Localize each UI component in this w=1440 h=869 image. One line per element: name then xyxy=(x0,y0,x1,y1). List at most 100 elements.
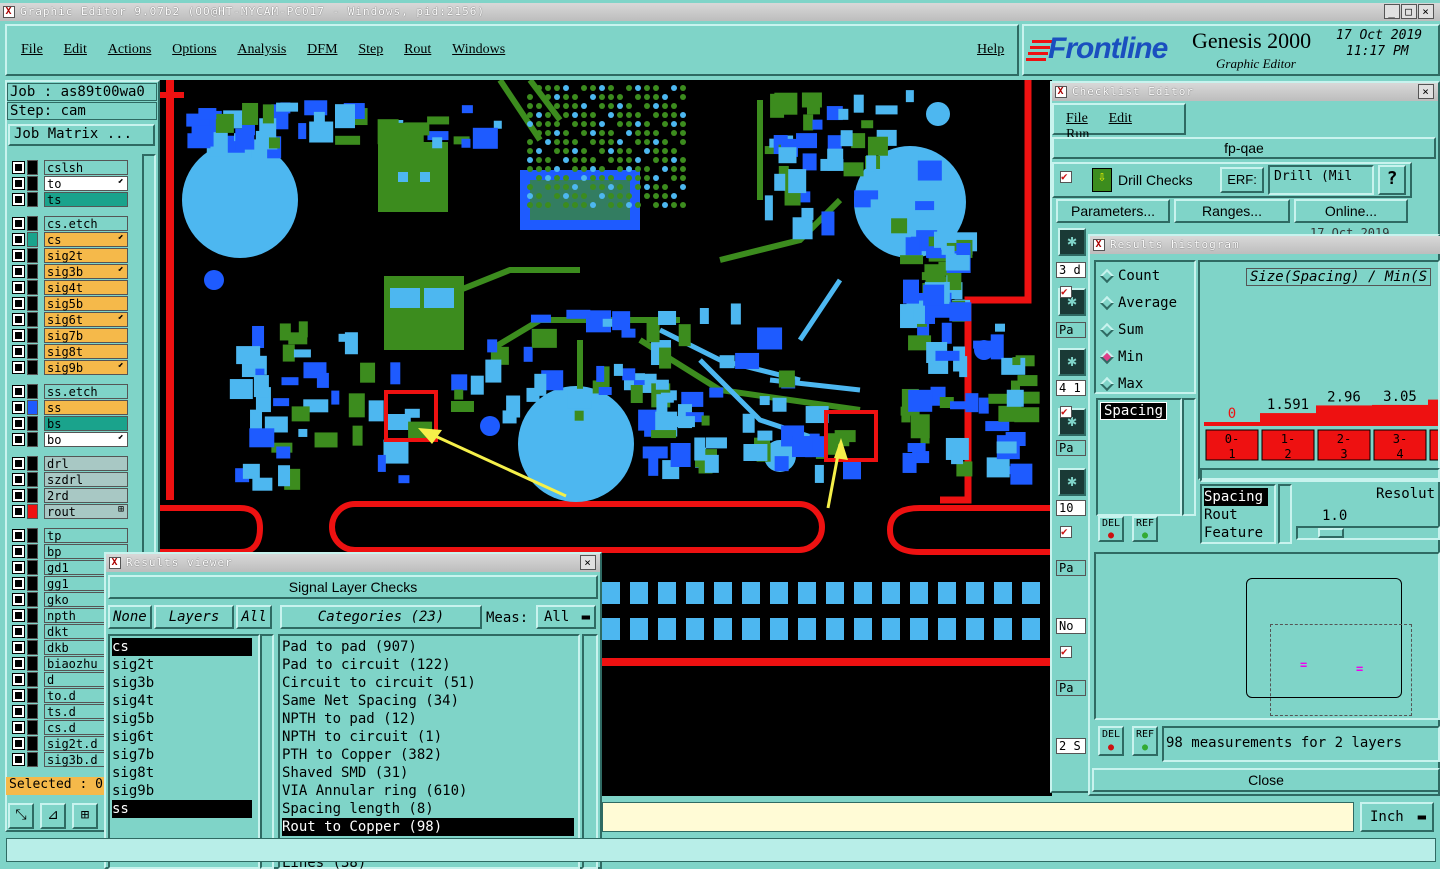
layer-name[interactable]: bo xyxy=(44,432,128,447)
layer-name[interactable]: sig8t xyxy=(44,344,128,359)
layer-color-swatch[interactable] xyxy=(27,472,38,487)
layer-name[interactable]: sig7b xyxy=(44,328,128,343)
layer-row-tp[interactable]: tp xyxy=(10,528,128,543)
layer-checkbox[interactable] xyxy=(12,361,25,374)
layer-name[interactable]: cs xyxy=(44,232,128,247)
layer-row-ss.etch[interactable]: ss.etch xyxy=(10,384,128,399)
job-matrix-button[interactable]: Job Matrix ... xyxy=(8,124,155,146)
maximize-button[interactable]: □ xyxy=(1401,4,1417,19)
parameters-button[interactable]: Parameters... xyxy=(1056,199,1170,223)
histogram-list-2-item[interactable]: Spacing xyxy=(1204,488,1268,506)
layer-checkbox[interactable] xyxy=(12,625,25,638)
menu-help[interactable]: Help xyxy=(977,42,1004,58)
results-layer-item[interactable]: sig9b xyxy=(112,782,258,800)
layer-checkbox[interactable] xyxy=(12,281,25,294)
layer-checkbox[interactable] xyxy=(12,561,25,574)
layer-checkbox[interactable] xyxy=(12,673,25,686)
results-category-item[interactable]: NPTH to circuit (1) xyxy=(282,728,578,746)
histogram-list-2[interactable]: Spacing Rout Feature xyxy=(1200,484,1276,544)
layer-color-swatch[interactable] xyxy=(27,672,38,687)
histogram-hscroll[interactable] xyxy=(1200,468,1440,482)
side-checkbox[interactable]: ✔ xyxy=(1060,646,1072,658)
layer-row-drl[interactable]: drl xyxy=(10,456,128,471)
layer-checkbox[interactable] xyxy=(12,529,25,542)
layer-name[interactable]: szdrl xyxy=(44,472,128,487)
grid-tool-icon[interactable]: ⊞ xyxy=(72,803,98,829)
results-category-item[interactable]: NPTH to pad (12) xyxy=(282,710,578,728)
layer-color-swatch[interactable] xyxy=(27,160,38,175)
layer-checkbox[interactable] xyxy=(12,249,25,262)
layer-color-swatch[interactable] xyxy=(27,248,38,263)
results-layer-item[interactable]: ss xyxy=(112,800,252,818)
ref-button[interactable]: REF ● xyxy=(1132,516,1158,542)
results-category-item[interactable]: Shaved SMD (31) xyxy=(282,764,578,782)
layer-row-sig2t[interactable]: sig2t xyxy=(10,248,128,263)
layer-name[interactable]: drl xyxy=(44,456,128,471)
results-category-item[interactable]: Pad to circuit (122) xyxy=(282,656,578,674)
layer-color-swatch[interactable] xyxy=(27,400,38,415)
layer-checkbox[interactable] xyxy=(12,193,25,206)
del-button[interactable]: DEL ● xyxy=(1098,516,1124,542)
layer-color-swatch[interactable] xyxy=(27,312,38,327)
menu-edit[interactable]: Edit xyxy=(64,42,87,57)
layer-color-swatch[interactable] xyxy=(27,592,38,607)
layer-row-sig3b[interactable]: sig3b ⬋ xyxy=(10,264,128,279)
layer-checkbox[interactable] xyxy=(12,577,25,590)
layer-name[interactable]: ss xyxy=(44,400,128,415)
layer-row-bs[interactable]: bs xyxy=(10,416,128,431)
layer-color-swatch[interactable] xyxy=(27,456,38,471)
layer-row-ss[interactable]: ss xyxy=(10,400,128,415)
checklist-menu-file[interactable]: File xyxy=(1066,111,1088,126)
histogram-list-2-item[interactable]: Rout xyxy=(1204,506,1272,524)
run-action-icon[interactable]: ✱ xyxy=(1058,348,1086,376)
meas-dropdown[interactable]: All ▬ xyxy=(536,605,596,629)
zoom-tool-icon[interactable]: ⤡ xyxy=(8,803,34,829)
layer-color-swatch[interactable] xyxy=(27,720,38,735)
menu-rout[interactable]: Rout xyxy=(404,42,431,57)
layer-color-swatch[interactable] xyxy=(27,736,38,751)
layer-color-swatch[interactable] xyxy=(27,752,38,767)
layer-row-sig8t[interactable]: sig8t xyxy=(10,344,128,359)
histogram-list-2-item[interactable]: Feature xyxy=(1204,524,1272,542)
results-layer-item[interactable]: sig3b xyxy=(112,674,258,692)
layer-name[interactable]: tp xyxy=(44,528,128,543)
layer-checkbox[interactable] xyxy=(12,161,25,174)
erf-input[interactable]: Drill (Mil xyxy=(1268,165,1374,195)
layer-checkbox[interactable] xyxy=(12,329,25,342)
results-layer-item[interactable]: sig8t xyxy=(112,764,258,782)
layer-checkbox[interactable] xyxy=(12,401,25,414)
checklist-menu-edit[interactable]: Edit xyxy=(1109,111,1132,126)
layer-color-swatch[interactable] xyxy=(27,344,38,359)
layer-color-swatch[interactable] xyxy=(27,608,38,623)
layer-row-szdrl[interactable]: szdrl xyxy=(10,472,128,487)
preview-ref-button[interactable]: REF ● xyxy=(1132,726,1158,756)
menu-windows[interactable]: Windows xyxy=(452,42,505,57)
layer-name[interactable]: 2rd xyxy=(44,488,128,503)
layer-checkbox[interactable] xyxy=(12,753,25,766)
layer-row-rout[interactable]: rout ⊞ xyxy=(10,504,128,519)
layer-checkbox[interactable] xyxy=(12,265,25,278)
menu-analysis[interactable]: Analysis xyxy=(237,42,286,57)
categories-button[interactable]: Categories (23) xyxy=(280,605,482,629)
results-layer-item[interactable]: cs xyxy=(112,638,252,656)
layer-checkbox[interactable] xyxy=(12,217,25,230)
layer-checkbox[interactable] xyxy=(12,233,25,246)
layer-name[interactable]: to xyxy=(44,176,128,191)
minimize-button[interactable]: _ xyxy=(1384,4,1400,19)
layer-color-swatch[interactable] xyxy=(27,624,38,639)
preview-del-button[interactable]: DEL ● xyxy=(1098,726,1124,756)
resolution-slider[interactable] xyxy=(1296,526,1440,540)
layer-checkbox[interactable] xyxy=(12,689,25,702)
histogram-list-2-scrollbar[interactable] xyxy=(1278,484,1292,544)
layer-name[interactable]: sig4t xyxy=(44,280,128,295)
results-category-item[interactable]: Spacing length (8) xyxy=(282,800,578,818)
layer-row-cslsh[interactable]: cslsh xyxy=(10,160,128,175)
resolution-slider-thumb[interactable] xyxy=(1318,528,1344,538)
results-category-item[interactable]: Same Net Spacing (34) xyxy=(282,692,578,710)
help-question-button[interactable]: ? xyxy=(1378,165,1406,195)
results-layer-item[interactable]: sig4t xyxy=(112,692,258,710)
layer-checkbox[interactable] xyxy=(12,457,25,470)
checklist-close-button[interactable]: × xyxy=(1418,84,1434,99)
layer-checkbox[interactable] xyxy=(12,505,25,518)
menu-dfm[interactable]: DFM xyxy=(307,42,337,57)
